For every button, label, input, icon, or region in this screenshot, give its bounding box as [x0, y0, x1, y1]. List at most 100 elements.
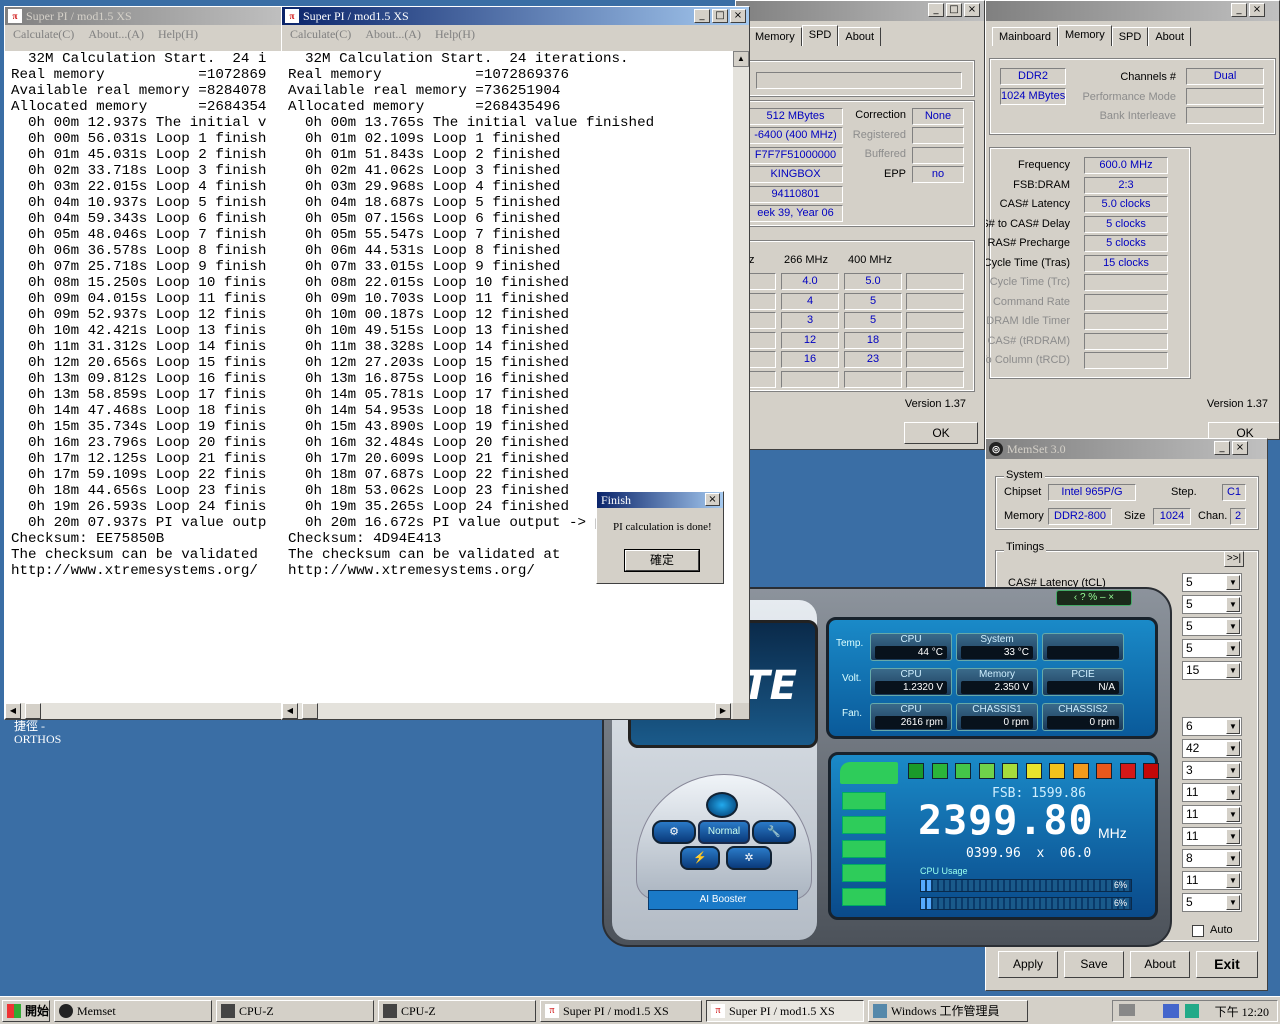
tab-memory[interactable]: Memory: [1057, 25, 1112, 46]
exit-button[interactable]: Exit: [1196, 951, 1258, 978]
menu-about[interactable]: About...(A): [365, 27, 421, 42]
tab-memory[interactable]: Memory: [748, 27, 802, 46]
tab-spd[interactable]: SPD: [1111, 27, 1149, 46]
chevron-down-icon[interactable]: ▼: [1226, 807, 1240, 822]
taskbar-item-superpi-1[interactable]: π Super PI / mod1.5 XS: [540, 1000, 702, 1022]
buffered-value: [912, 147, 964, 164]
menu-calculate[interactable]: Calculate(C): [13, 27, 74, 42]
tab-about[interactable]: About: [838, 27, 882, 46]
menu-help[interactable]: Help(H): [435, 27, 475, 42]
about-button[interactable]: About: [1130, 951, 1190, 978]
scroll-right-button[interactable]: ▶: [715, 703, 731, 719]
minimize-button[interactable]: _: [1231, 3, 1247, 17]
timing-select[interactable]: 6 ▼: [1182, 717, 1242, 736]
slot-select[interactable]: [756, 72, 962, 89]
taskbar-item-cpuz-2[interactable]: CPU-Z: [378, 1000, 536, 1022]
chevron-down-icon[interactable]: ▼: [1226, 575, 1240, 590]
mode-top-icon[interactable]: [706, 792, 738, 818]
mode-lightning-icon[interactable]: ⚡: [680, 846, 720, 870]
timing-select[interactable]: 15 ▼: [1182, 661, 1242, 680]
start-button[interactable]: 開始: [2, 1000, 50, 1022]
chevron-down-icon[interactable]: ▼: [1226, 785, 1240, 800]
chevron-down-icon[interactable]: ▼: [1226, 741, 1240, 756]
superpi-2-titlebar[interactable]: π Super PI / mod1.5 XS: [282, 7, 749, 25]
volume-icon[interactable]: [1185, 1004, 1199, 1018]
keyboard-icon[interactable]: [1119, 1004, 1135, 1016]
minimize-button[interactable]: _: [1214, 441, 1230, 455]
timing-select[interactable]: 8 ▼: [1182, 849, 1242, 868]
finish-dialog[interactable]: Finish × PI calculation is done! 確定: [596, 491, 724, 584]
taskbar-item-memset[interactable]: Memset: [54, 1000, 212, 1022]
timing-select[interactable]: 5 ▼: [1182, 893, 1242, 912]
superpi-1-titlebar[interactable]: π Super PI / mod1.5 XS: [5, 7, 287, 25]
taskbar-item-superpi-2[interactable]: π Super PI / mod1.5 XS: [706, 1000, 864, 1022]
cpuz-memory-window[interactable]: _ × Mainboard Memory SPD About DDR2 1024…: [985, 0, 1280, 440]
timing-select[interactable]: 5 ▼: [1182, 617, 1242, 636]
scroll-thumb[interactable]: [302, 703, 318, 719]
taskbar-item-task-manager[interactable]: Windows 工作管理員: [868, 1000, 1028, 1022]
mode-right-icon[interactable]: 🔧: [752, 820, 796, 844]
superpi-2-vscrollbar[interactable]: ▲: [733, 51, 749, 703]
tab-about[interactable]: About: [1148, 27, 1192, 46]
network-icon[interactable]: [1163, 1004, 1179, 1018]
apply-button[interactable]: Apply: [998, 951, 1058, 978]
chevron-down-icon[interactable]: ▼: [1226, 597, 1240, 612]
save-button[interactable]: Save: [1064, 951, 1124, 978]
close-button[interactable]: ×: [1249, 3, 1265, 17]
tab-spd[interactable]: SPD: [801, 25, 839, 46]
taskbar-item-cpuz-1[interactable]: CPU-Z: [216, 1000, 374, 1022]
chevron-down-icon[interactable]: ▼: [1226, 619, 1240, 634]
chevron-down-icon[interactable]: ▼: [1226, 895, 1240, 910]
cpuz-spd-ok-button[interactable]: OK: [904, 422, 978, 444]
close-button[interactable]: ×: [730, 9, 746, 23]
timing-select[interactable]: 42 ▼: [1182, 739, 1242, 758]
cpuz-spd-window[interactable]: _ □ × Memory SPD About 512 MBytes -6400 …: [735, 0, 985, 450]
minimize-button[interactable]: _: [928, 3, 944, 17]
scroll-up-button[interactable]: ▲: [733, 51, 749, 67]
timing-label: FSB:DRAM: [1013, 178, 1070, 191]
menu-about[interactable]: About...(A): [88, 27, 144, 42]
correction-value: None: [912, 108, 964, 125]
close-button[interactable]: ×: [964, 3, 980, 17]
mode-left-icon[interactable]: ⚙: [652, 820, 696, 844]
tab-mainboard[interactable]: Mainboard: [992, 27, 1058, 46]
superpi-2-hscrollbar[interactable]: ◀ ▶: [282, 703, 733, 719]
timing-select[interactable]: 11 ▼: [1182, 805, 1242, 824]
timing-select[interactable]: 11 ▼: [1182, 827, 1242, 846]
minimize-button[interactable]: _: [694, 9, 710, 23]
maximize-button[interactable]: □: [712, 9, 728, 23]
mode-button-normal[interactable]: Normal: [698, 820, 750, 844]
chevron-down-icon[interactable]: ▼: [1226, 829, 1240, 844]
scroll-thumb[interactable]: [25, 703, 41, 719]
chevron-down-icon[interactable]: ▼: [1226, 663, 1240, 678]
maximize-button[interactable]: □: [946, 3, 962, 17]
chevron-down-icon[interactable]: ▼: [1226, 641, 1240, 656]
finish-dialog-ok-button[interactable]: 確定: [624, 549, 700, 572]
timing-select[interactable]: 5 ▼: [1182, 573, 1242, 592]
output-line: 0h 15m 43.890s Loop 19 finished: [288, 419, 569, 435]
auto-checkbox[interactable]: [1192, 925, 1204, 937]
close-button[interactable]: ×: [1232, 441, 1248, 455]
ai-booster-button[interactable]: AI Booster: [648, 890, 798, 910]
timing-select[interactable]: 5 ▼: [1182, 639, 1242, 658]
superpi-window-2[interactable]: π Super PI / mod1.5 XS _ □ × Calculate(C…: [281, 6, 750, 720]
chevron-down-icon[interactable]: ▼: [1226, 719, 1240, 734]
chevron-down-icon[interactable]: ▼: [1226, 851, 1240, 866]
close-button[interactable]: ×: [705, 493, 720, 506]
menu-calculate[interactable]: Calculate(C): [290, 27, 351, 42]
timing-select[interactable]: 3 ▼: [1182, 761, 1242, 780]
expand-button[interactable]: >>|: [1224, 551, 1244, 567]
menu-help[interactable]: Help(H): [158, 27, 198, 42]
mode-fan-icon[interactable]: ✲: [726, 846, 772, 870]
superpi-window-1[interactable]: π Super PI / mod1.5 XS Calculate(C) Abou…: [4, 6, 288, 720]
superpi-1-hscrollbar[interactable]: ◀: [5, 703, 287, 719]
timing-select[interactable]: 11 ▼: [1182, 783, 1242, 802]
scroll-left-button[interactable]: ◀: [5, 703, 21, 719]
scroll-left-button[interactable]: ◀: [282, 703, 298, 719]
timing-select[interactable]: 5 ▼: [1182, 595, 1242, 614]
chevron-down-icon[interactable]: ▼: [1226, 873, 1240, 888]
chevron-down-icon[interactable]: ▼: [1226, 763, 1240, 778]
timing-select[interactable]: 11 ▼: [1182, 871, 1242, 890]
finish-dialog-buttons: ×: [705, 493, 720, 506]
desktop-shortcut-orthos[interactable]: 捷徑 - ORTHOS: [14, 720, 61, 746]
